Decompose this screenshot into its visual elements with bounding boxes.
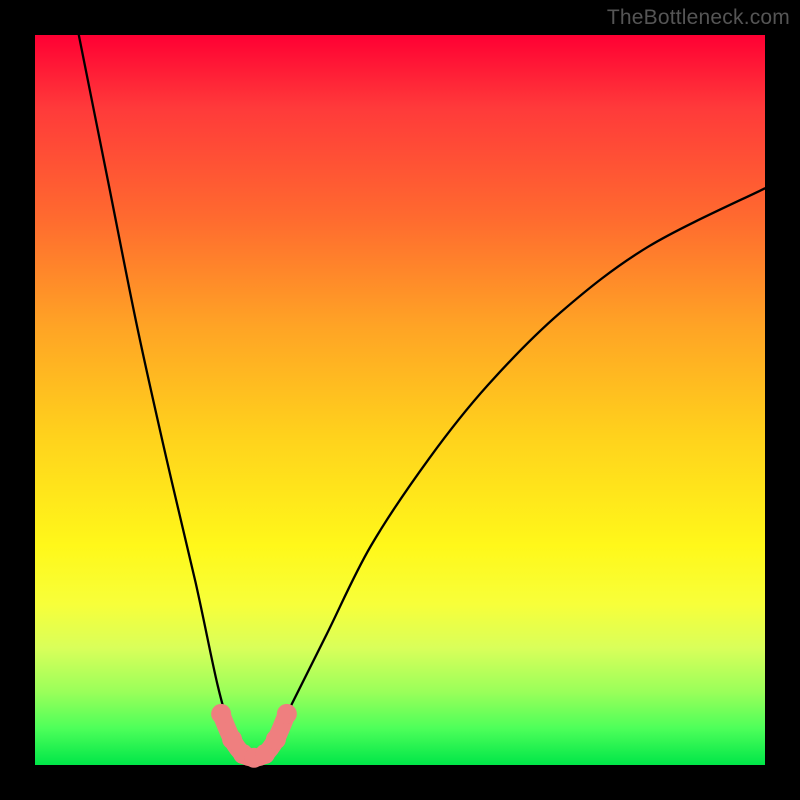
optimal-marker: [277, 704, 297, 724]
attribution-text: TheBottleneck.com: [607, 6, 790, 30]
optimal-marker: [266, 729, 286, 749]
chart-frame: TheBottleneck.com: [0, 0, 800, 800]
optimal-cluster: [211, 704, 297, 768]
bottleneck-curve: [79, 35, 765, 762]
chart-svg: [35, 35, 765, 765]
optimal-marker: [211, 704, 231, 724]
